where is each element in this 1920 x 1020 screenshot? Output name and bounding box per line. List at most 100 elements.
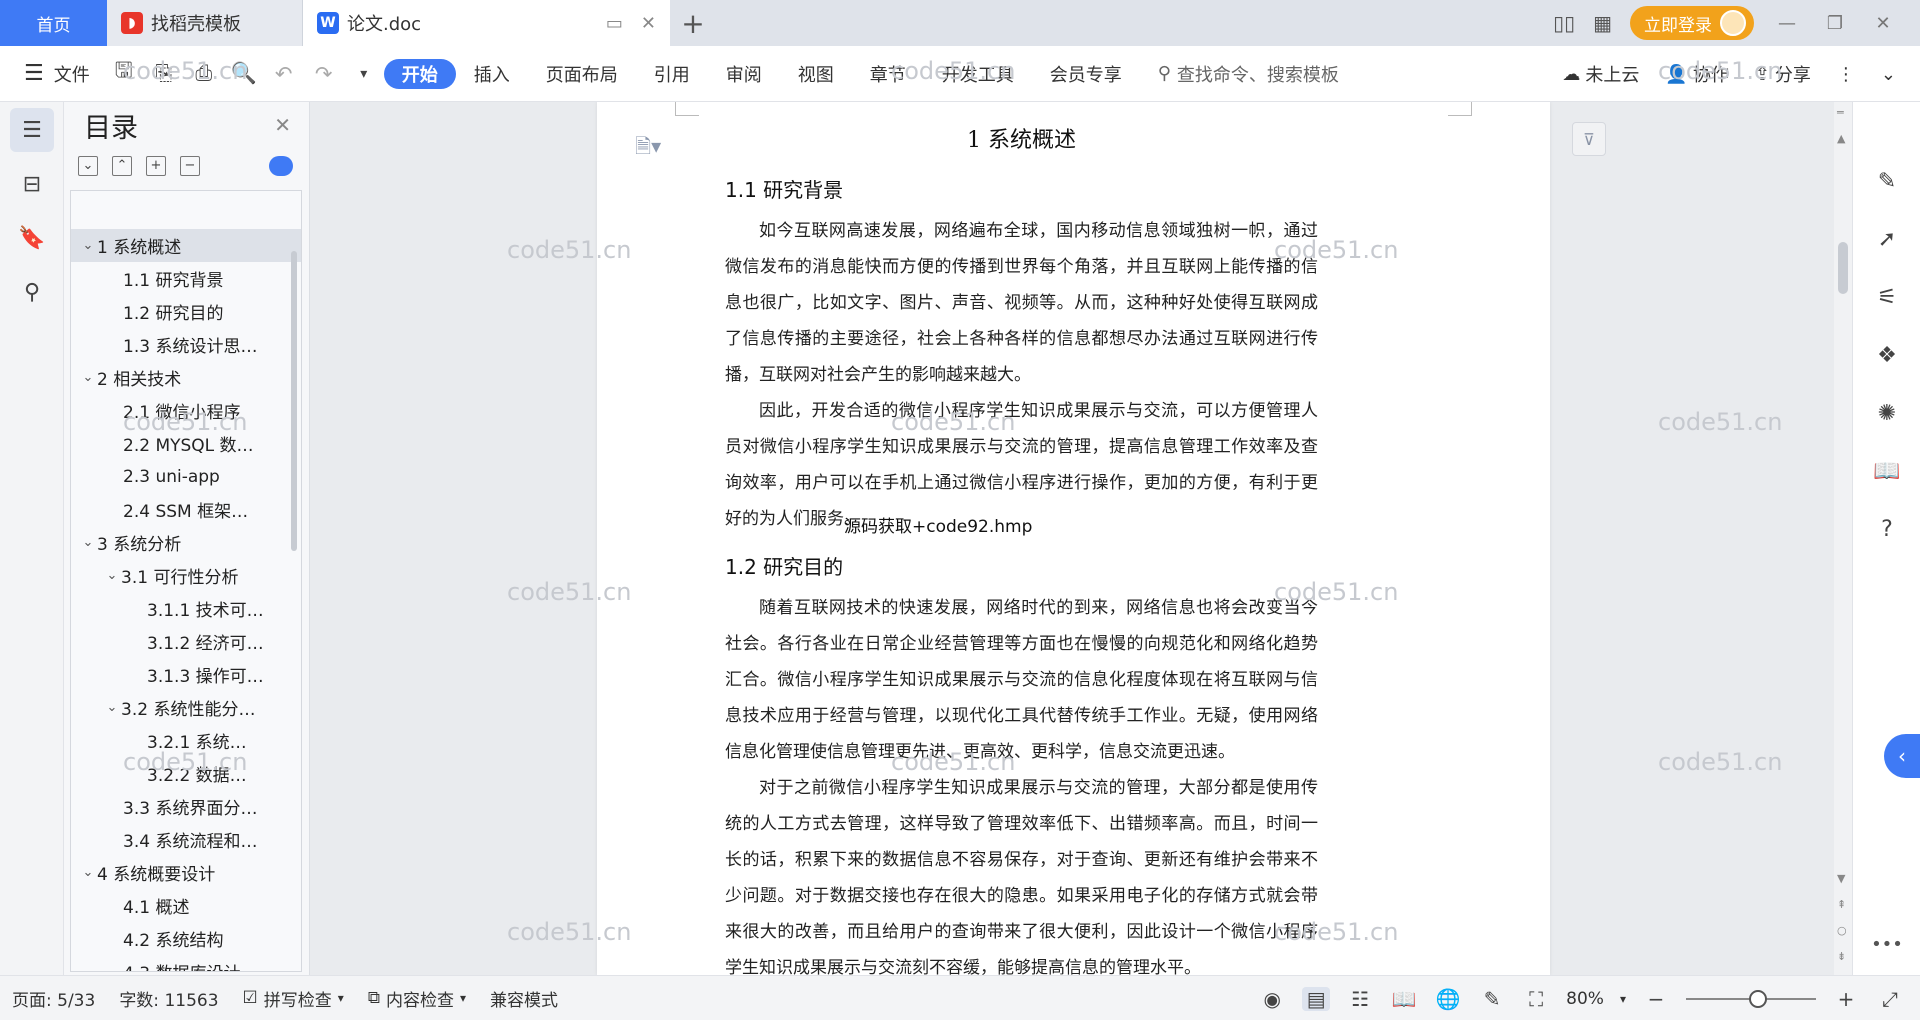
chapter-nav-icon[interactable]: ⊟ — [10, 162, 54, 206]
vertical-scrollbar[interactable]: ═ ▲ ▼ ⇞ ○ ⇟ — [1834, 102, 1852, 975]
ribbon-tab-member[interactable]: 会员专享 — [1032, 59, 1140, 89]
toc-item[interactable]: ⌄ 3 系统分析 — [71, 526, 301, 559]
redo-icon[interactable]: ↷ — [304, 62, 344, 86]
close-icon[interactable]: ✕ — [274, 113, 291, 137]
chevron-down-icon[interactable]: ▾ — [1620, 992, 1626, 1006]
collapse-up-icon[interactable]: ⌃ — [112, 156, 132, 176]
toc-item[interactable]: 4.3 数据库设计 — [71, 955, 301, 971]
filter-icon[interactable]: ⊽ — [1572, 122, 1606, 156]
settings-sliders-icon[interactable]: ⚟ — [1853, 268, 1920, 326]
toc-item[interactable]: 3.1.2 经济可… — [71, 625, 301, 658]
read-view-icon[interactable]: 📖 — [1390, 987, 1418, 1011]
bookmark-icon[interactable]: 🔖 — [10, 216, 54, 260]
smart-toc-toggle[interactable] — [269, 156, 293, 176]
chevron-down-icon[interactable]: ⌄ — [79, 370, 97, 385]
toc-item[interactable]: 1.2 研究目的 — [71, 295, 301, 328]
close-window-icon[interactable]: ✕ — [1868, 13, 1898, 34]
zoom-slider[interactable] — [1686, 989, 1816, 1008]
tab-document[interactable]: W 论文.doc ▭ ✕ — [303, 0, 670, 46]
scroll-up-icon[interactable]: ▲ — [1837, 132, 1845, 145]
more-icon[interactable]: ••• — [1853, 934, 1920, 955]
toc-item[interactable]: 3.3 系统界面分… — [71, 790, 301, 823]
fullscreen-icon[interactable]: ⤢ — [1876, 987, 1904, 1011]
next-page-icon[interactable]: ⇟ — [1837, 950, 1846, 963]
web-view-icon[interactable]: 🌐 — [1434, 987, 1462, 1011]
scroll-thumb[interactable] — [1838, 242, 1848, 294]
spell-check-button[interactable]: ☑ 拼写检查 ▾ — [231, 986, 356, 1011]
login-button[interactable]: 立即登录 — [1630, 6, 1754, 40]
ribbon-tab-insert[interactable]: 插入 — [456, 59, 528, 89]
more-options-icon[interactable]: ⋮ — [1837, 64, 1855, 85]
toc-item[interactable]: 3.4 系统流程和… — [71, 823, 301, 856]
word-count[interactable]: 字数: 11563 — [107, 986, 230, 1011]
toc-item[interactable]: 2.4 SSM 框架… — [71, 493, 301, 526]
chevron-down-icon[interactable]: ⌄ — [79, 865, 97, 880]
expand-all-icon[interactable]: + — [146, 156, 166, 176]
layout-icon[interactable]: ▯▯ — [1553, 11, 1575, 35]
content-check-button[interactable]: ⧉ 内容检查 ▾ — [356, 986, 478, 1011]
document-page[interactable]: 🗎▾ 1 系统概述 1.1 研究背景 如今互联网高速发展，网络遍布全球，国内移动… — [597, 102, 1550, 975]
toc-item[interactable]: 3.1.3 操作可… — [71, 658, 301, 691]
fit-page-icon[interactable]: ⛶ — [1522, 987, 1550, 1011]
toc-item[interactable]: 2.3 uni-app — [71, 460, 301, 493]
ribbon-tab-view[interactable]: 视图 — [780, 59, 852, 89]
chevron-down-icon[interactable]: ⌄ — [103, 568, 121, 583]
apps-grid-icon[interactable]: ▦ — [1593, 11, 1612, 35]
zoom-out-icon[interactable]: − — [1642, 987, 1670, 1011]
toc-item[interactable]: 4.2 系统结构 — [71, 922, 301, 955]
close-tab-icon[interactable]: ✕ — [641, 13, 656, 34]
find-icon[interactable]: ⚲ — [10, 270, 54, 314]
page-view-icon[interactable]: ▤ — [1302, 986, 1331, 1011]
toc-item[interactable]: ⌄ 3.2 系统性能分… — [71, 691, 301, 724]
ai-assistant-icon[interactable]: ✺ — [1853, 384, 1920, 442]
restore-icon[interactable]: ❐ — [1820, 13, 1850, 34]
toc-item[interactable]: 3.1.1 技术可… — [71, 592, 301, 625]
ribbon-tab-start[interactable]: 开始 — [383, 58, 456, 89]
pin-window-icon[interactable]: ▭ — [606, 13, 623, 34]
zoom-level[interactable]: 80% — [1566, 989, 1604, 1009]
tab-home[interactable]: 首页 — [0, 0, 107, 46]
pen-icon[interactable]: ✎ — [1853, 152, 1920, 210]
ribbon-tab-page-layout[interactable]: 页面布局 — [528, 59, 636, 89]
undo-icon[interactable]: ↶ — [264, 62, 304, 86]
toc-panel-icon[interactable]: ☰ — [10, 108, 54, 152]
toc-scrollbar[interactable] — [291, 251, 297, 551]
toc-item[interactable]: 1.3 系统设计思… — [71, 328, 301, 361]
quick-access-dropdown-icon[interactable]: ▾ — [344, 66, 384, 82]
toc-item[interactable]: ⌄ 1 系统概述 — [71, 229, 301, 262]
expand-next-icon[interactable]: ⌄ — [78, 156, 98, 176]
minimize-icon[interactable]: — — [1772, 13, 1802, 34]
collapse-all-icon[interactable]: − — [180, 156, 200, 176]
toc-item[interactable]: 4.1 概述 — [71, 889, 301, 922]
collapse-panel-icon[interactable]: ‹ — [1884, 734, 1920, 778]
cursor-icon[interactable]: ➚ — [1853, 210, 1920, 268]
zoom-in-icon[interactable]: + — [1832, 987, 1860, 1011]
zoom-slider-handle[interactable] — [1748, 989, 1767, 1008]
chevron-down-icon[interactable]: ⌄ — [79, 238, 97, 253]
toc-item[interactable]: 1.1 研究背景 — [71, 262, 301, 295]
command-search[interactable]: ⚲ 查找命令、搜索模板 — [1158, 61, 1339, 87]
chevron-down-icon[interactable]: ⌄ — [79, 535, 97, 550]
cloud-status-button[interactable]: ☁ 未上云 — [1562, 61, 1639, 87]
collapse-ribbon-icon[interactable]: ⌄ — [1881, 64, 1896, 85]
ribbon-tab-review[interactable]: 审阅 — [708, 59, 780, 89]
file-menu[interactable]: ☰ 文件 — [0, 61, 104, 87]
chevron-down-icon[interactable]: ⌄ — [103, 700, 121, 715]
document-icon[interactable]: 🗎▾ — [635, 132, 661, 166]
toc-item[interactable]: ⌄ 3.1 可行性分析 — [71, 559, 301, 592]
new-tab-button[interactable]: + — [670, 0, 716, 46]
page-indicator[interactable]: 页面: 5/33 — [0, 986, 107, 1011]
eye-protection-icon[interactable]: ◉ — [1258, 987, 1286, 1011]
prev-page-icon[interactable]: ⇞ — [1837, 898, 1846, 911]
write-mode-icon[interactable]: ✎ — [1478, 987, 1506, 1011]
reader-icon[interactable]: 📖 — [1853, 442, 1920, 500]
help-icon[interactable]: ? — [1853, 500, 1920, 558]
scroll-split-icon[interactable]: ═ — [1837, 106, 1844, 119]
tab-daoke-templates[interactable]: ◗ 找稻壳模板 — [107, 0, 303, 46]
select-browse-icon[interactable]: ○ — [1837, 924, 1847, 937]
toc-item[interactable]: ⌄ 2 相关技术 — [71, 361, 301, 394]
ribbon-tab-reference[interactable]: 引用 — [636, 59, 708, 89]
outline-view-icon[interactable]: ☷ — [1346, 987, 1374, 1011]
scroll-down-icon[interactable]: ▼ — [1837, 872, 1845, 885]
toc-item[interactable]: ⌄ 4 系统概要设计 — [71, 856, 301, 889]
